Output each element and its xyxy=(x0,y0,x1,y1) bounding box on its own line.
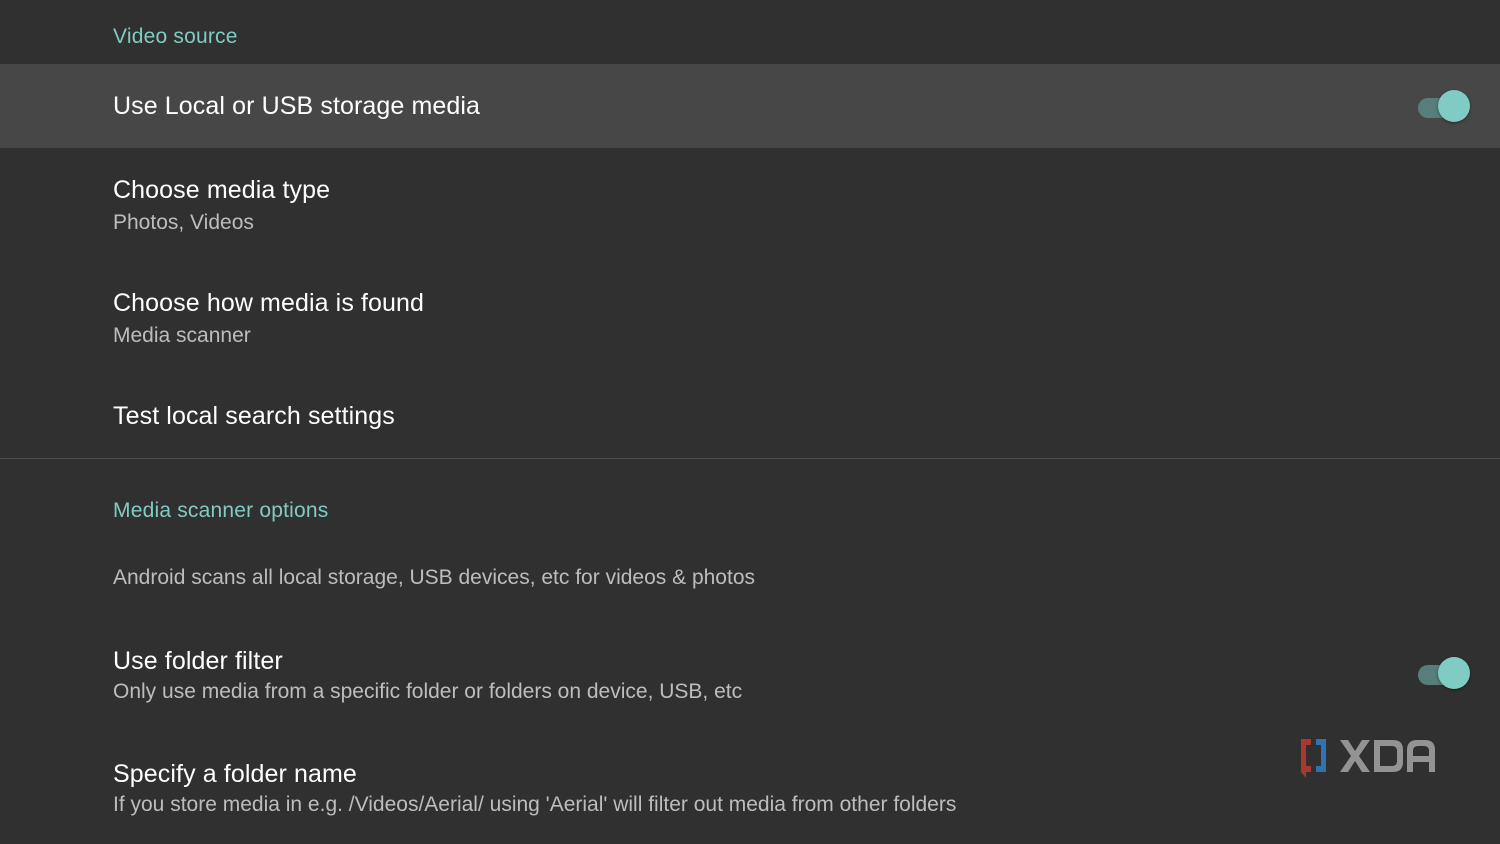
setting-title: Use folder filter xyxy=(113,647,283,675)
setting-title: Use Local or USB storage media xyxy=(113,92,481,120)
section-header-media-scanner-options: Media scanner options xyxy=(113,499,329,522)
setting-choose-media-type[interactable]: Choose media type Photos, Videos xyxy=(0,148,1500,261)
setting-summary: Photos, Videos xyxy=(113,211,254,234)
media-scanner-info-text: Android scans all local storage, USB dev… xyxy=(113,566,755,589)
xda-watermark-logo xyxy=(1297,736,1439,780)
setting-summary: Only use media from a specific folder or… xyxy=(113,680,743,703)
xda-logo-icon xyxy=(1301,739,1435,778)
setting-use-local-storage[interactable]: Use Local or USB storage media xyxy=(0,64,1500,148)
setting-specify-folder-name[interactable]: Specify a folder name If you store media… xyxy=(0,733,1500,844)
settings-screen: Video source Use Local or USB storage me… xyxy=(0,0,1500,844)
setting-title: Choose media type xyxy=(113,176,331,204)
setting-summary: Media scanner xyxy=(113,324,251,347)
setting-choose-how-media-found[interactable]: Choose how media is found Media scanner xyxy=(0,261,1500,374)
use-local-storage-toggle[interactable] xyxy=(1418,88,1470,124)
setting-summary: If you store media in e.g. /Videos/Aeria… xyxy=(113,793,957,816)
section-divider xyxy=(0,458,1500,459)
use-folder-filter-toggle[interactable] xyxy=(1418,655,1470,691)
setting-title: Specify a folder name xyxy=(113,760,357,788)
setting-title: Test local search settings xyxy=(113,402,395,430)
toggle-thumb xyxy=(1438,657,1470,689)
setting-use-folder-filter[interactable]: Use folder filter Only use media from a … xyxy=(0,620,1500,733)
setting-test-local-search[interactable]: Test local search settings xyxy=(0,374,1500,458)
toggle-thumb xyxy=(1438,90,1470,122)
section-header-video-source: Video source xyxy=(113,25,238,48)
setting-title: Choose how media is found xyxy=(113,289,425,317)
